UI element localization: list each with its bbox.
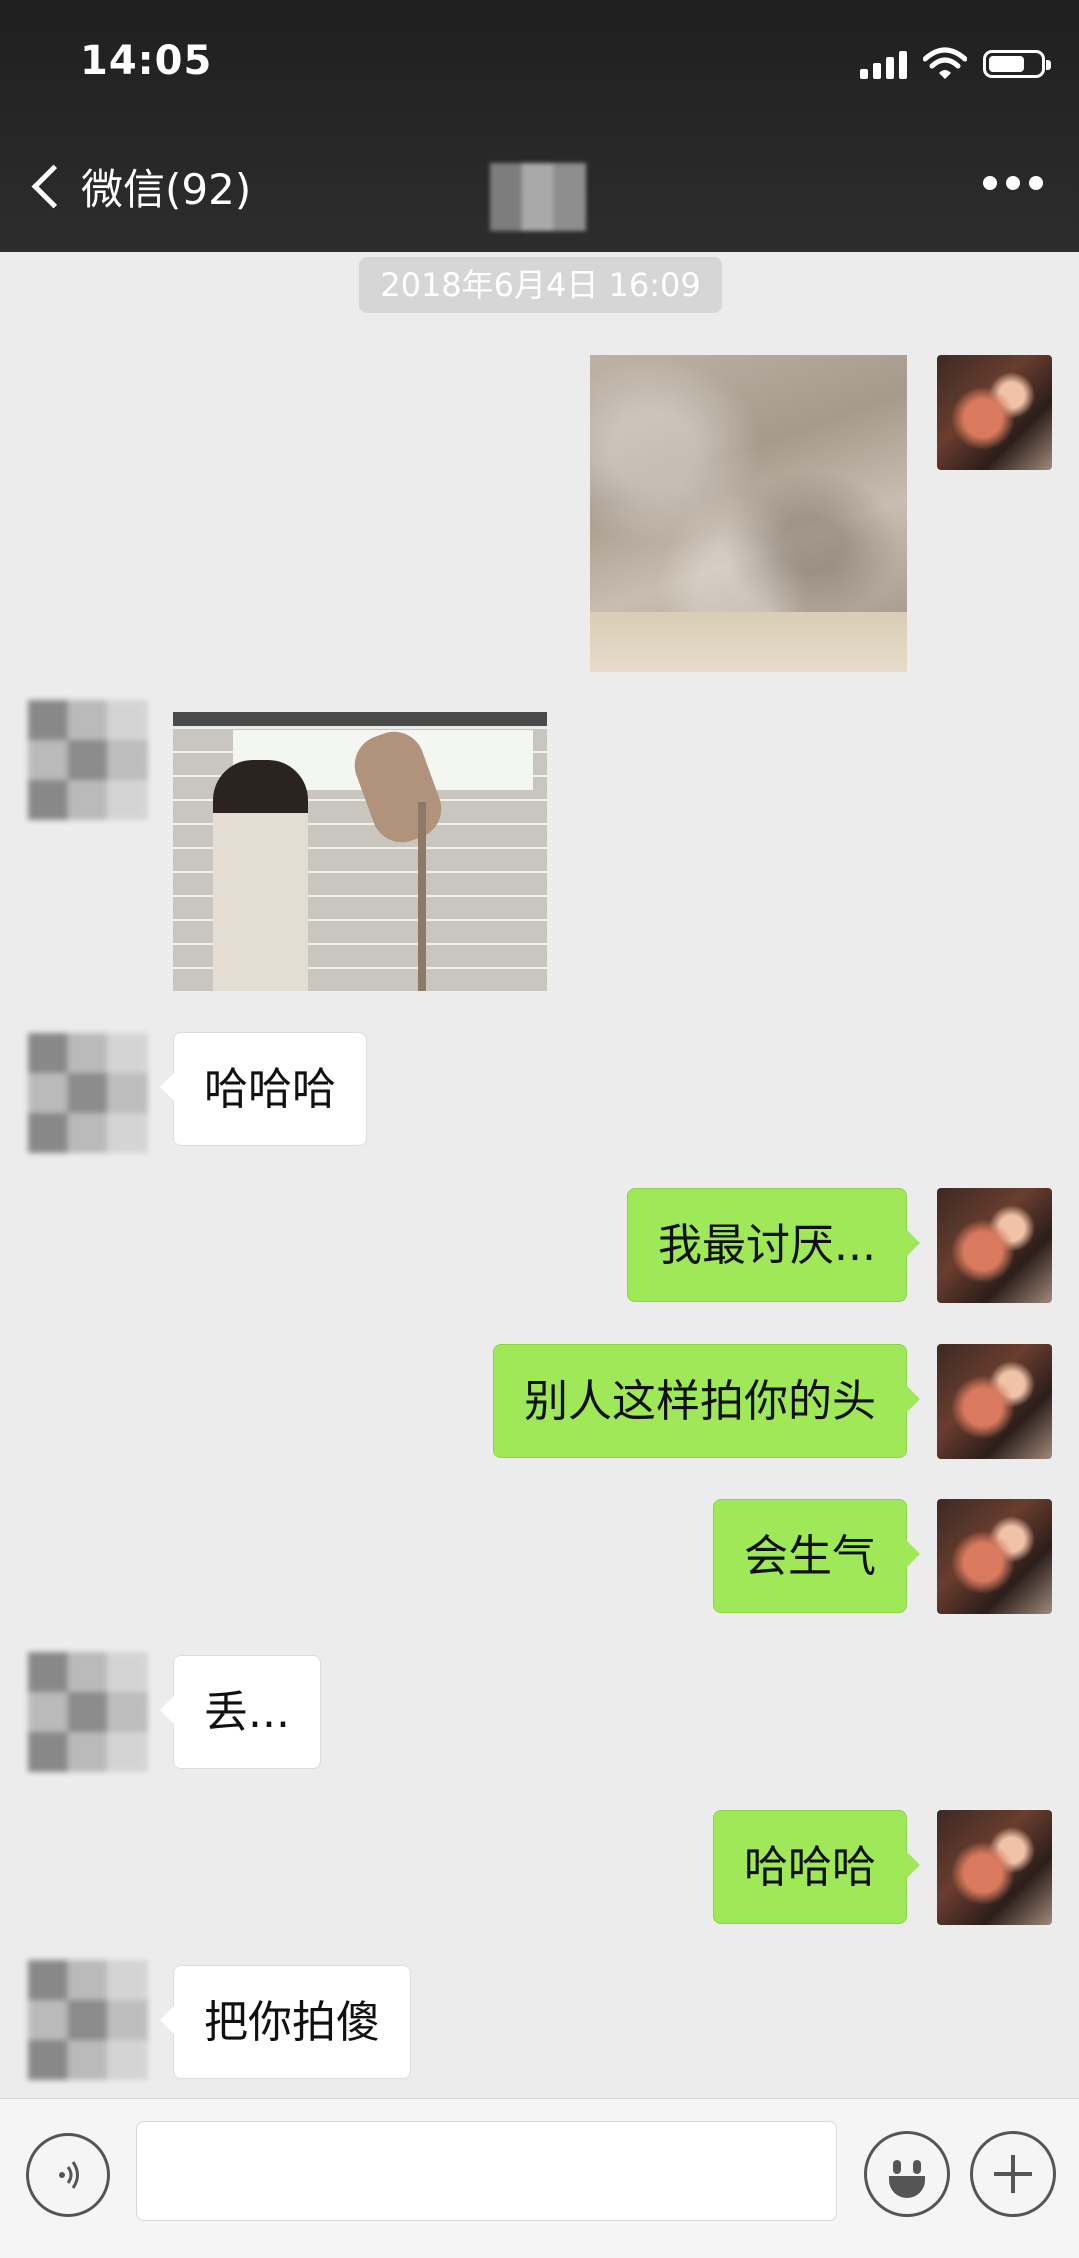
message-bubble-incoming[interactable]: 丢... (160, 1655, 321, 1769)
back-button[interactable]: 微信(92) (26, 156, 251, 217)
voice-icon[interactable] (26, 2133, 110, 2217)
message-input[interactable] (136, 2121, 837, 2221)
chat-title-blurred (490, 163, 586, 231)
signal-icon (860, 49, 907, 79)
image-detail (213, 760, 308, 991)
status-time: 14:05 (80, 38, 213, 84)
message-bubble-incoming[interactable]: 把你拍傻 (160, 1965, 411, 2079)
voice-waves-icon (59, 2161, 79, 2189)
smiley-face-icon (879, 2146, 935, 2202)
avatar-me[interactable] (937, 355, 1052, 470)
message-bubble-outgoing[interactable]: 会生气 (713, 1499, 920, 1613)
message-bubble-outgoing[interactable]: 我最讨厌... (627, 1188, 920, 1302)
message-timestamp: 2018年6月4日 16:09 (359, 257, 722, 313)
avatar-other[interactable] (28, 1960, 148, 2080)
message-bubble-outgoing[interactable]: 哈哈哈 (713, 1810, 920, 1924)
header: 14:05 微信(92) (0, 0, 1079, 252)
message-bubble-incoming[interactable]: 哈哈哈 (160, 1032, 367, 1146)
more-icon[interactable] (983, 176, 1043, 190)
back-label: 微信(92) (81, 165, 252, 214)
avatar-other[interactable] (28, 700, 148, 820)
emoji-icon[interactable] (864, 2131, 950, 2217)
image-message-blanket[interactable] (590, 355, 907, 672)
avatar-other[interactable] (28, 1033, 148, 1153)
status-icons (860, 44, 1051, 84)
avatar-me[interactable] (937, 1188, 1052, 1303)
chevron-left-icon (31, 164, 76, 209)
avatar-me[interactable] (937, 1499, 1052, 1614)
message-bubble-outgoing[interactable]: 别人这样拍你的头 (493, 1344, 920, 1458)
plus-icon[interactable] (970, 2131, 1056, 2217)
image-detail (173, 712, 547, 726)
avatar-me[interactable] (937, 1344, 1052, 1459)
input-bar (0, 2098, 1079, 2258)
plus-sign-icon (994, 2155, 1032, 2193)
avatar-me[interactable] (937, 1810, 1052, 1925)
image-detail (418, 802, 426, 991)
wifi-icon (923, 47, 967, 79)
avatar-other[interactable] (28, 1652, 148, 1772)
image-message-man[interactable] (173, 712, 547, 991)
battery-icon (983, 50, 1051, 78)
